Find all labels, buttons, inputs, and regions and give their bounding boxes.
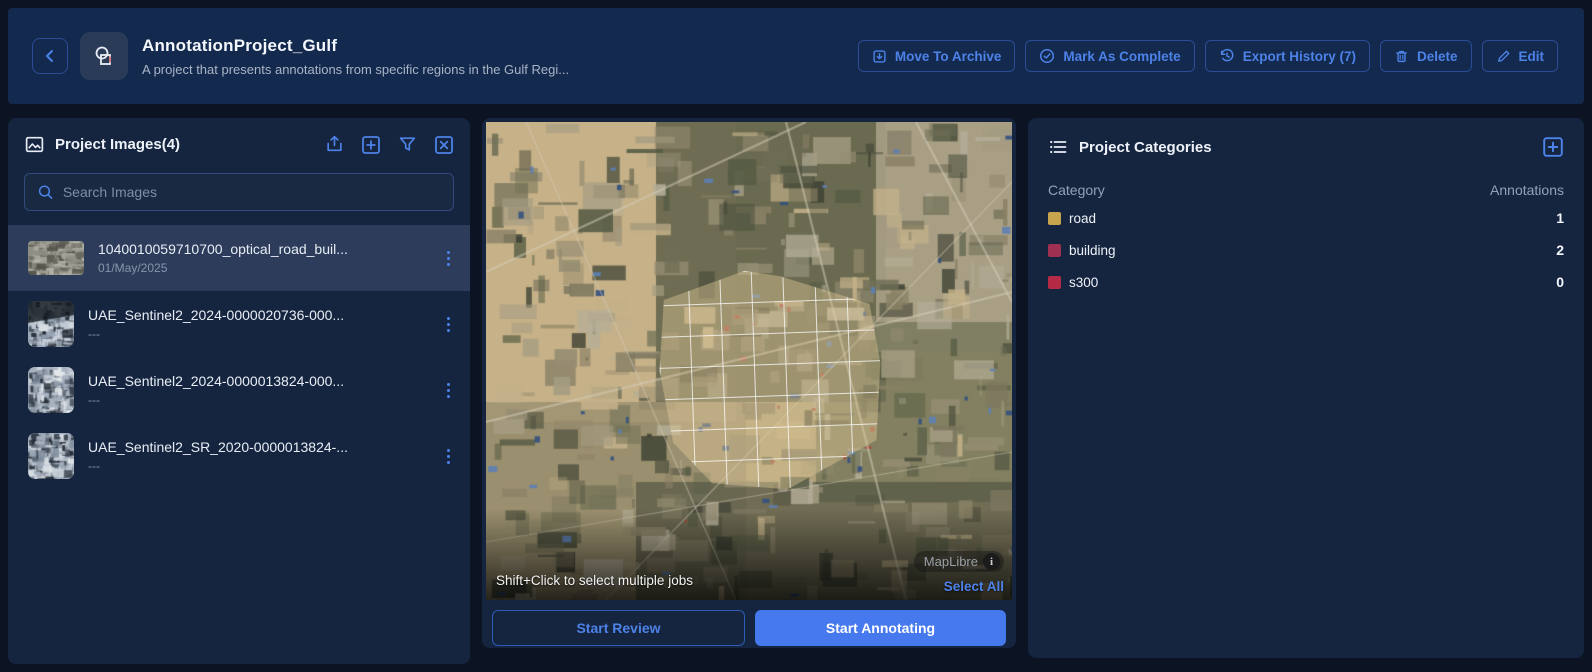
clear-selection-button[interactable] bbox=[434, 135, 454, 155]
pencil-icon bbox=[1496, 49, 1511, 64]
image-thumbnail bbox=[28, 367, 74, 413]
filter-icon bbox=[398, 135, 417, 154]
image-date: --- bbox=[88, 327, 441, 341]
project-images-header: Project Images(4) bbox=[8, 118, 470, 163]
back-button[interactable] bbox=[32, 38, 68, 74]
select-all-link[interactable]: Select All bbox=[944, 579, 1004, 594]
image-date: 01/May/2025 bbox=[98, 261, 441, 275]
image-thumbnail bbox=[28, 433, 74, 479]
image-date: --- bbox=[88, 393, 441, 407]
chevron-left-icon bbox=[43, 49, 57, 63]
mark-as-complete-label: Mark As Complete bbox=[1063, 49, 1180, 64]
move-to-archive-button[interactable]: Move To Archive bbox=[858, 40, 1016, 72]
image-name: UAE_Sentinel2_2024-0000020736-000... bbox=[88, 307, 441, 323]
annotations-column-label: Annotations bbox=[1490, 182, 1564, 198]
edit-label: Edit bbox=[1519, 49, 1545, 64]
image-icon bbox=[24, 134, 45, 155]
categories-title: Project Categories bbox=[1079, 139, 1212, 156]
image-meta: 1040010059710700_optical_road_buil... 01… bbox=[98, 241, 441, 275]
check-circle-icon bbox=[1039, 48, 1055, 64]
search-icon bbox=[37, 183, 54, 201]
categories-header: Project Categories bbox=[1028, 118, 1584, 168]
edit-button[interactable]: Edit bbox=[1482, 40, 1559, 72]
export-history-label: Export History (7) bbox=[1243, 49, 1356, 64]
history-icon bbox=[1219, 48, 1235, 64]
map-viewport[interactable]: Shift+Click to select multiple jobs MapL… bbox=[486, 122, 1012, 600]
annotation-count: 0 bbox=[1556, 274, 1564, 290]
image-list-item[interactable]: UAE_Sentinel2_2024-0000013824-000... --- bbox=[8, 357, 470, 423]
map-action-bar: Start Review Start Annotating bbox=[486, 600, 1012, 656]
project-description: A project that presents annotations from… bbox=[142, 62, 569, 77]
category-row[interactable]: road 1 bbox=[1028, 202, 1584, 234]
export-history-button[interactable]: Export History (7) bbox=[1205, 40, 1370, 72]
image-thumbnail bbox=[28, 241, 84, 275]
annotation-count: 2 bbox=[1556, 242, 1564, 258]
category-column-label: Category bbox=[1048, 182, 1105, 198]
category-color-swatch bbox=[1048, 244, 1061, 257]
start-review-button[interactable]: Start Review bbox=[492, 610, 745, 646]
upload-icon bbox=[325, 135, 344, 154]
move-to-archive-label: Move To Archive bbox=[895, 49, 1002, 64]
image-thumbnail bbox=[28, 301, 74, 347]
plus-square-icon bbox=[1542, 136, 1564, 158]
annotation-count: 1 bbox=[1556, 210, 1564, 226]
category-row[interactable]: building 2 bbox=[1028, 234, 1584, 266]
list-icon bbox=[1048, 137, 1068, 157]
project-categories-panel: Project Categories Category Annotations … bbox=[1028, 118, 1584, 658]
image-menu-button[interactable] bbox=[441, 247, 456, 270]
category-name: building bbox=[1069, 243, 1116, 258]
category-color-swatch bbox=[1048, 212, 1061, 225]
map-panel: Shift+Click to select multiple jobs MapL… bbox=[482, 118, 1016, 648]
delete-label: Delete bbox=[1417, 49, 1458, 64]
filter-images-button[interactable] bbox=[398, 135, 417, 154]
plus-square-icon bbox=[361, 135, 381, 155]
trash-icon bbox=[1394, 49, 1409, 64]
project-images-actions bbox=[325, 135, 454, 155]
project-type-icon bbox=[80, 32, 128, 80]
add-image-button[interactable] bbox=[361, 135, 381, 155]
image-list-item[interactable]: UAE_Sentinel2_2024-0000020736-000... --- bbox=[8, 291, 470, 357]
category-row[interactable]: s300 0 bbox=[1028, 266, 1584, 298]
categories-table-header: Category Annotations bbox=[1028, 168, 1584, 202]
annotation-shapes-icon bbox=[91, 43, 117, 69]
image-menu-button[interactable] bbox=[441, 379, 456, 402]
image-name: UAE_Sentinel2_2024-0000013824-000... bbox=[88, 373, 441, 389]
image-list-item[interactable]: 1040010059710700_optical_road_buil... 01… bbox=[8, 225, 470, 291]
search-images-input[interactable] bbox=[63, 184, 441, 200]
archive-icon bbox=[872, 49, 887, 64]
map-attribution: MapLibre i bbox=[914, 551, 1004, 572]
page-title: AnnotationProject_Gulf bbox=[142, 36, 569, 56]
add-category-button[interactable] bbox=[1542, 136, 1564, 158]
image-meta: UAE_Sentinel2_2024-0000020736-000... --- bbox=[88, 307, 441, 341]
category-name: road bbox=[1069, 211, 1096, 226]
upload-image-button[interactable] bbox=[325, 135, 344, 154]
project-images-title: Project Images(4) bbox=[55, 136, 180, 153]
image-menu-button[interactable] bbox=[441, 445, 456, 468]
image-meta: UAE_Sentinel2_SR_2020-0000013824-... --- bbox=[88, 439, 441, 473]
multi-select-hint: Shift+Click to select multiple jobs bbox=[496, 573, 693, 588]
image-date: --- bbox=[88, 459, 441, 473]
image-list-item[interactable]: UAE_Sentinel2_SR_2020-0000013824-... --- bbox=[8, 423, 470, 489]
info-icon[interactable]: i bbox=[983, 553, 1000, 570]
start-annotating-button[interactable]: Start Annotating bbox=[755, 610, 1006, 646]
mark-as-complete-button[interactable]: Mark As Complete bbox=[1025, 40, 1194, 72]
maplibre-label[interactable]: MapLibre bbox=[924, 554, 978, 569]
category-color-swatch bbox=[1048, 276, 1061, 289]
header-actions: Move To Archive Mark As Complete Export … bbox=[858, 40, 1558, 72]
image-name: UAE_Sentinel2_SR_2020-0000013824-... bbox=[88, 439, 441, 455]
header-titles: AnnotationProject_Gulf A project that pr… bbox=[142, 36, 569, 77]
x-square-icon bbox=[434, 135, 454, 155]
image-menu-button[interactable] bbox=[441, 313, 456, 336]
category-name: s300 bbox=[1069, 275, 1098, 290]
image-meta: UAE_Sentinel2_2024-0000013824-000... --- bbox=[88, 373, 441, 407]
search-images-box bbox=[24, 173, 454, 211]
project-images-panel: Project Images(4) bbox=[8, 118, 470, 664]
project-header: AnnotationProject_Gulf A project that pr… bbox=[8, 8, 1584, 104]
delete-button[interactable]: Delete bbox=[1380, 40, 1472, 72]
image-name: 1040010059710700_optical_road_buil... bbox=[98, 241, 441, 257]
